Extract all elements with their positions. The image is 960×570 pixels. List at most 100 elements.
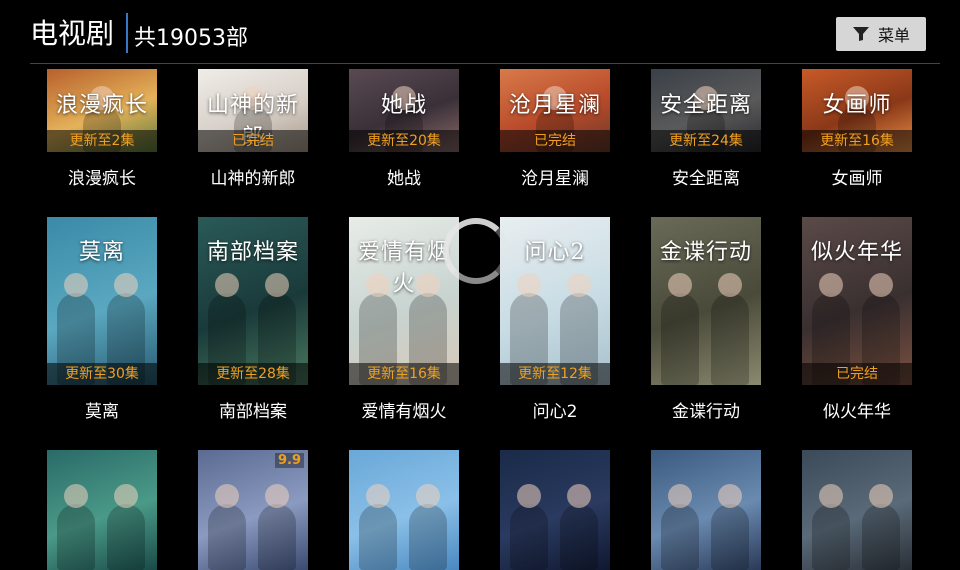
poster-figure xyxy=(57,504,95,570)
poster-figure xyxy=(661,504,699,570)
episode-status-badge: 更新至24集 xyxy=(651,130,761,152)
poster-face xyxy=(517,273,541,297)
title-divider xyxy=(126,13,128,53)
poster-figure xyxy=(711,293,749,385)
poster-face xyxy=(114,273,138,297)
drama-card[interactable]: 9.9 xyxy=(198,450,308,570)
episode-status-badge: 已完结 xyxy=(198,130,308,152)
poster-figure xyxy=(711,504,749,570)
drama-card[interactable] xyxy=(651,450,761,570)
poster-figure xyxy=(862,504,900,570)
poster-figure xyxy=(208,504,246,570)
header-divider xyxy=(30,63,940,64)
poster-image[interactable]: 浪漫疯长更新至2集 xyxy=(47,69,157,152)
drama-title: 莫离 xyxy=(85,402,119,422)
menu-label: 菜单 xyxy=(877,26,910,45)
poster-image[interactable]: 沧月星澜 已完结 xyxy=(500,69,610,152)
poster-image[interactable]: 爱情有烟火 更新至16集 xyxy=(349,217,459,385)
poster-title-art: 安全距离 xyxy=(659,93,752,118)
drama-card[interactable]: 沧月星澜 已完结 沧月星澜 xyxy=(500,69,610,189)
drama-card[interactable]: 安全距离 更新至24集 安全距离 xyxy=(651,69,761,189)
episode-status-badge: 已完结 xyxy=(802,363,912,385)
episode-status-badge: 更新至16集 xyxy=(802,130,912,152)
poster-image[interactable] xyxy=(349,450,459,570)
drama-title: 爱情有烟火 xyxy=(361,402,447,422)
drama-card[interactable]: 女画师 更新至16集女画师 xyxy=(802,69,912,189)
poster-image[interactable]: 山神的新郎已完结 xyxy=(198,69,308,152)
poster-figure xyxy=(409,504,447,570)
filter-icon xyxy=(852,27,869,41)
poster-image[interactable]: 金谍行动 xyxy=(651,217,761,385)
poster-face xyxy=(64,484,88,508)
poster-image[interactable]: 莫离 更新至30集 xyxy=(47,217,157,385)
poster-face xyxy=(567,484,591,508)
poster-face xyxy=(869,484,893,508)
poster-title-art: 她战 xyxy=(380,93,427,118)
poster-title-art: 爱情有烟火 xyxy=(357,240,450,297)
poster-image[interactable] xyxy=(651,450,761,570)
poster-face xyxy=(265,273,289,297)
drama-title: 安全距离 xyxy=(672,169,740,189)
drama-title: 似火年华 xyxy=(823,402,891,422)
episode-status-badge: 更新至30集 xyxy=(47,363,157,385)
poster-image[interactable]: 南部档案更新至28集 xyxy=(198,217,308,385)
poster-figure xyxy=(107,504,145,570)
poster-title-art: 似火年华 xyxy=(810,240,903,265)
rating-score: 9.9 xyxy=(274,453,304,468)
poster-title-art: 浪漫疯长 xyxy=(55,93,148,118)
episode-status-badge: 已完结 xyxy=(500,130,610,152)
poster-figure xyxy=(661,293,699,385)
poster-image[interactable] xyxy=(500,450,610,570)
poster-image[interactable]: 似火年华 已完结 xyxy=(802,217,912,385)
drama-card[interactable]: 山神的新郎已完结山神的新郎 xyxy=(198,69,308,189)
poster-face xyxy=(718,273,742,297)
poster-figure xyxy=(359,504,397,570)
drama-title: 南部档案 xyxy=(219,402,287,422)
drama-card[interactable]: 问心2 更新至12集 问心2 xyxy=(500,217,610,422)
drama-title: 问心2 xyxy=(532,402,578,422)
drama-card[interactable]: 似火年华 已完结 似火年华 xyxy=(802,217,912,422)
drama-card[interactable] xyxy=(349,450,459,570)
poster-face xyxy=(567,273,591,297)
poster-face xyxy=(416,484,440,508)
poster-image[interactable]: 她战 更新至20集 xyxy=(349,69,459,152)
menu-button[interactable]: 菜单 xyxy=(836,17,926,51)
poster-image[interactable]: 女画师 更新至16集 xyxy=(802,69,912,152)
poster-image[interactable]: 问心2 更新至12集 xyxy=(500,217,610,385)
poster-face xyxy=(668,273,692,297)
poster-title-art: 沧月星澜 xyxy=(508,93,601,118)
poster-figure xyxy=(258,504,296,570)
drama-title: 山神的新郎 xyxy=(210,169,296,189)
poster-title-art: 问心2 xyxy=(524,240,586,265)
episode-status-badge: 更新至2集 xyxy=(47,130,157,152)
poster-title-art: 金谍行动 xyxy=(659,240,752,265)
poster-figure xyxy=(560,504,598,570)
poster-image[interactable] xyxy=(802,450,912,570)
drama-card[interactable]: 她战 更新至20集 她战 xyxy=(349,69,459,189)
poster-image[interactable]: 9.9 xyxy=(198,450,308,570)
poster-face xyxy=(869,273,893,297)
drama-card[interactable] xyxy=(500,450,610,570)
drama-title: 金谍行动 xyxy=(672,402,740,422)
drama-card[interactable]: 金谍行动 金谍行动 xyxy=(651,217,761,422)
poster-face xyxy=(718,484,742,508)
poster-image[interactable] xyxy=(47,450,157,570)
poster-face xyxy=(215,273,239,297)
poster-face xyxy=(366,484,390,508)
episode-status-badge: 更新至28集 xyxy=(198,363,308,385)
drama-title: 浪漫疯长 xyxy=(68,169,136,189)
poster-face xyxy=(668,484,692,508)
poster-figure xyxy=(812,504,850,570)
poster-image[interactable]: 安全距离更新至24集 xyxy=(651,69,761,152)
drama-card[interactable]: 浪漫疯长 更新至2集 浪漫疯长 xyxy=(47,69,157,189)
poster-face xyxy=(265,484,289,508)
drama-card[interactable] xyxy=(802,450,912,570)
total-count: 共19053部 xyxy=(134,26,248,51)
drama-card[interactable]: 莫离 更新至30集莫离 xyxy=(47,217,157,422)
drama-card[interactable]: 南部档案 更新至28集 南部档案 xyxy=(198,217,308,422)
poster-title-art: 南部档案 xyxy=(206,240,299,265)
episode-status-badge: 更新至12集 xyxy=(500,363,610,385)
drama-card[interactable] xyxy=(47,450,157,570)
drama-title: 女画师 xyxy=(831,169,883,189)
poster-face xyxy=(819,484,843,508)
